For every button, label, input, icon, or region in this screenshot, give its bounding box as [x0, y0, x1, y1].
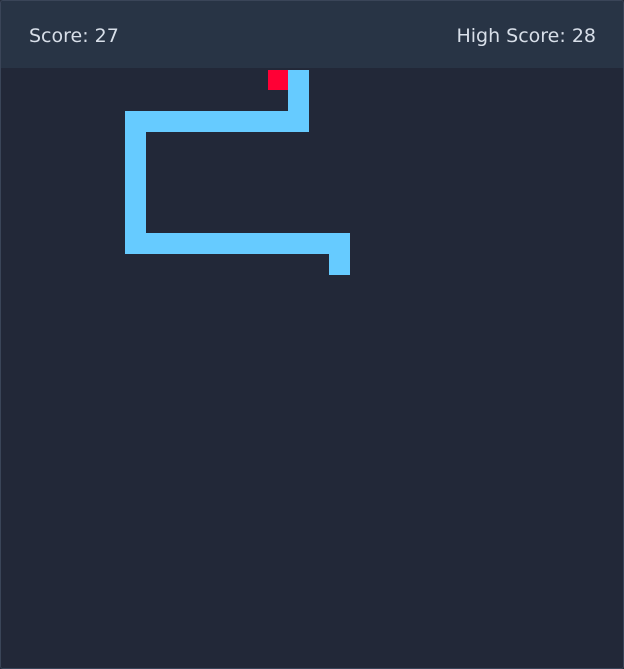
- snake-body-segment: [207, 233, 228, 254]
- snake-body-segment: [227, 111, 248, 132]
- snake-body-segment: [309, 233, 330, 254]
- food-pellet: [268, 70, 288, 90]
- snake-body-segment: [268, 233, 289, 254]
- snake-body-segment: [288, 90, 309, 111]
- snake-body-segment: [125, 233, 146, 254]
- score-header: Score: 27 High Score: 28: [1, 1, 623, 68]
- snake-body-segment: [329, 233, 350, 254]
- snake-body-segment: [145, 233, 166, 254]
- snake-body-segment: [247, 233, 268, 254]
- snake-body-segment: [125, 213, 146, 234]
- snake-body-segment: [227, 233, 248, 254]
- current-score: Score: 27: [29, 25, 119, 47]
- snake-body-segment: [125, 172, 146, 193]
- snake-body-segment: [186, 233, 207, 254]
- high-score: High Score: 28: [456, 25, 596, 47]
- snake-body-segment: [166, 111, 187, 132]
- snake-head: [329, 254, 350, 275]
- snake-body-segment: [125, 111, 146, 132]
- snake-body-segment: [288, 70, 309, 91]
- snake-body-segment: [288, 233, 309, 254]
- snake-body-segment: [268, 111, 289, 132]
- snake-body-segment: [207, 111, 228, 132]
- snake-body-segment: [288, 111, 309, 132]
- snake-game-window: Score: 27 High Score: 28: [0, 0, 624, 669]
- snake-body-segment: [247, 111, 268, 132]
- snake-body-segment: [145, 111, 166, 132]
- snake-body-segment: [125, 192, 146, 213]
- snake-body-segment: [125, 152, 146, 173]
- game-board[interactable]: [1, 68, 623, 668]
- snake-body-segment: [166, 233, 187, 254]
- snake-body-segment: [186, 111, 207, 132]
- snake-body-segment: [125, 131, 146, 152]
